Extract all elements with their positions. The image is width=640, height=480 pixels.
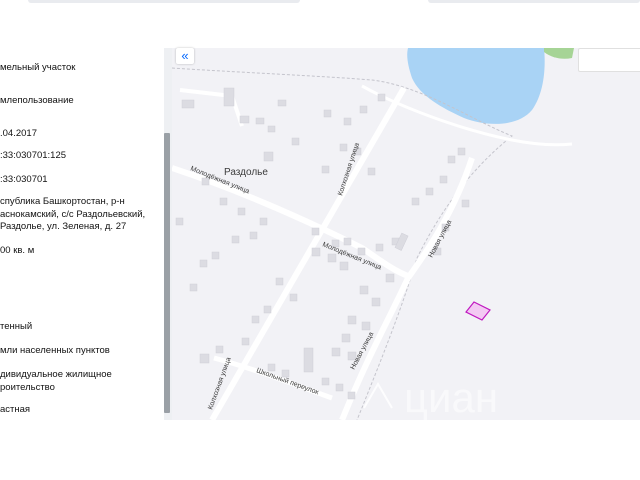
info-land-use-category: млепользование (0, 95, 74, 106)
top-tab-left (28, 0, 300, 3)
watermark-text: циан (404, 374, 498, 421)
info-cadastral-number: :33:030701:125 (0, 150, 67, 161)
info-area: 00 кв. м (0, 245, 35, 256)
land-plot-highlight[interactable] (465, 301, 491, 321)
collapse-panel-button[interactable]: « (176, 48, 194, 64)
info-cadastral-quarter: :33:030701 (0, 174, 48, 185)
green-area (544, 48, 574, 59)
info-scrollbar-thumb[interactable] (164, 133, 170, 413)
info-address: спублика Башкортостан, р-н аснокамский, … (0, 196, 146, 232)
cian-watermark: циан (363, 374, 498, 421)
info-permitted-use: дивидуальное жилищное роительство (0, 369, 112, 393)
watermark-logo-icon (363, 382, 393, 409)
info-registration-date: .04.2017 (0, 128, 37, 139)
info-ownership: астная (0, 404, 31, 415)
property-info-panel: мельный участок млепользование .04.2017 … (0, 48, 164, 420)
info-land-category: мли населенных пунктов (0, 345, 110, 356)
info-object-type: мельный участок (0, 62, 76, 73)
map-search-box[interactable] (578, 48, 640, 72)
lake (407, 48, 545, 124)
info-status: тенный (0, 321, 33, 332)
village-label: Раздолье (224, 167, 268, 178)
top-tab-right (428, 0, 640, 3)
